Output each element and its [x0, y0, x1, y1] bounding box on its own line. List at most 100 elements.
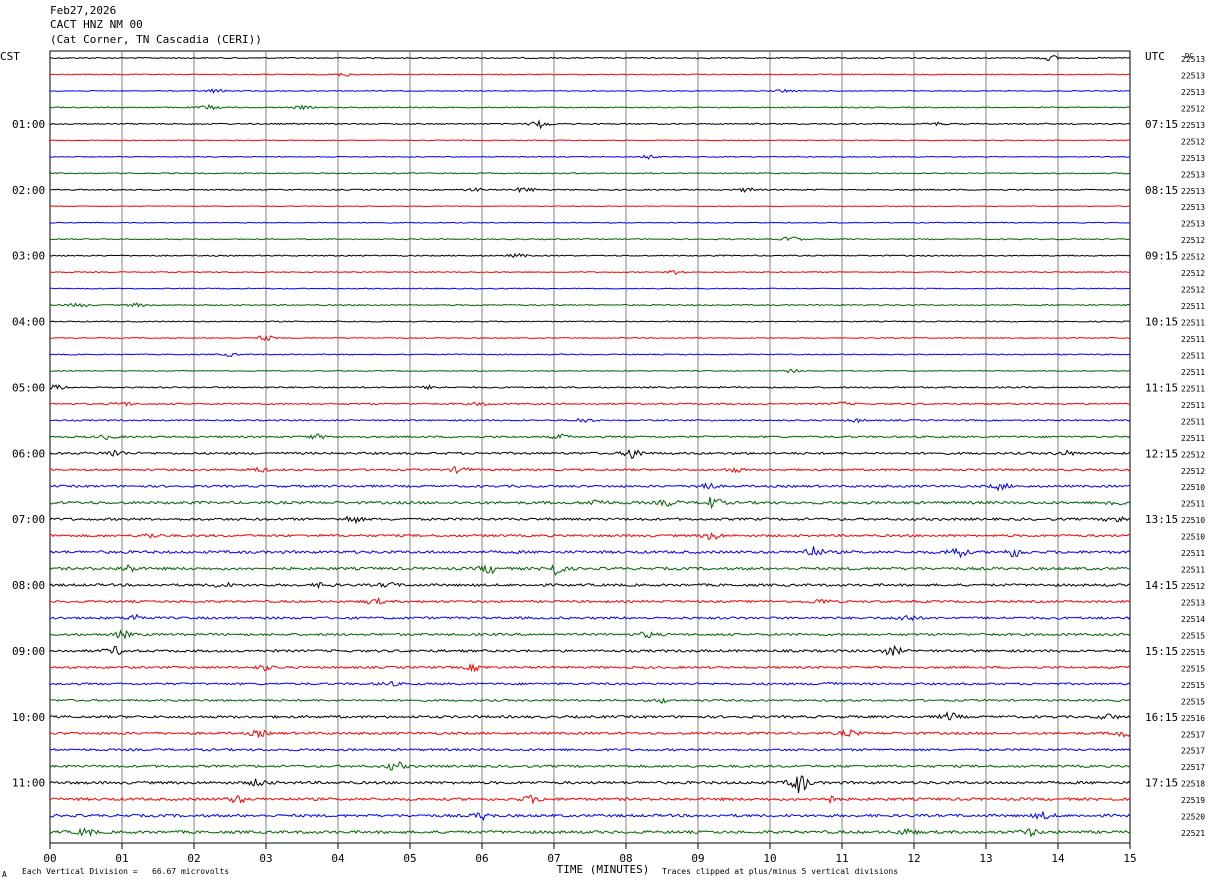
dc-value-label: 22519: [1181, 796, 1205, 805]
dc-value-label: 22511: [1181, 434, 1205, 443]
seismic-trace: [49, 352, 1131, 358]
seismic-trace: [49, 728, 1131, 739]
seismic-trace: [49, 55, 1131, 62]
seismic-trace: [49, 119, 1131, 130]
dc-value-label: 22513: [1181, 55, 1205, 64]
x-tick-label: 14: [1051, 852, 1065, 865]
seismic-trace: [49, 139, 1131, 142]
seismic-trace: [49, 711, 1131, 721]
x-tick-label: 05: [403, 852, 416, 865]
right-hour-label: 13:15: [1145, 513, 1178, 526]
dc-value-label: 22517: [1181, 747, 1205, 756]
utc-label: UTC: [1145, 50, 1165, 63]
seismic-trace: [49, 252, 1131, 258]
seismic-trace: [49, 401, 1131, 407]
seismic-trace: [49, 384, 1131, 391]
dc-value-label: 22510: [1181, 516, 1205, 525]
dc-value-label: 22512: [1181, 137, 1205, 146]
right-hour-label: 16:15: [1145, 711, 1178, 724]
seismic-trace: [49, 795, 1131, 805]
dc-value-label: 22513: [1181, 220, 1205, 229]
dc-value-label: 22512: [1181, 236, 1205, 245]
left-hour-label: 02:00: [12, 184, 45, 197]
dc-value-label: 22517: [1181, 730, 1205, 739]
dc-value-label: 22511: [1181, 566, 1205, 575]
seismic-trace: [49, 417, 1131, 424]
seismic-trace: [49, 596, 1131, 605]
dc-value-label: 22512: [1181, 286, 1205, 295]
seismic-trace: [49, 433, 1131, 441]
left-hour-label: 10:00: [12, 711, 45, 724]
seismic-trace: [49, 302, 1131, 308]
seismic-trace: [49, 205, 1131, 208]
x-tick-label: 11: [835, 852, 848, 865]
seismic-trace: [49, 515, 1131, 525]
left-hour-label: 03:00: [12, 250, 45, 263]
dc-value-label: 22515: [1181, 681, 1205, 690]
seismic-trace: [49, 466, 1131, 475]
seismic-trace: [49, 531, 1131, 541]
x-axis-title: TIME (MINUTES): [557, 863, 650, 876]
x-tick-label: 01: [115, 852, 128, 865]
dc-value-label: 22514: [1181, 615, 1205, 624]
dc-value-label: 22515: [1181, 664, 1205, 673]
seismic-trace: [49, 72, 1131, 77]
dc-value-label: 22511: [1181, 500, 1205, 509]
x-tick-label: 15: [1123, 852, 1136, 865]
x-tick-label: 02: [187, 852, 200, 865]
scale-note: Each Vertical Division = 66.67 microvolt…: [22, 867, 230, 876]
dc-value-label: 22513: [1181, 154, 1205, 163]
dc-value-label: 22516: [1181, 714, 1205, 723]
left-hour-label: 09:00: [12, 645, 45, 658]
dc-value-label: 22512: [1181, 582, 1205, 591]
dc-value-label: 22513: [1181, 121, 1205, 130]
seismic-trace: [49, 482, 1131, 492]
right-hour-label: 07:15: [1145, 118, 1178, 131]
seismic-trace: [49, 613, 1131, 622]
dc-value-label: 22513: [1181, 599, 1205, 608]
x-tick-label: 04: [331, 852, 345, 865]
seismic-trace: [49, 496, 1131, 510]
dc-value-label: 22511: [1181, 351, 1205, 360]
dc-value-label: 22511: [1181, 368, 1205, 377]
seismic-trace: [49, 680, 1131, 687]
right-hour-label: 08:15: [1145, 184, 1178, 197]
seismic-trace: [49, 335, 1131, 342]
seismic-trace: [49, 236, 1131, 242]
time-grid: [49, 50, 1131, 849]
x-tick-label: 06: [475, 852, 488, 865]
dc-value-label: 22511: [1181, 319, 1205, 328]
dc-value-label: 22521: [1181, 829, 1205, 838]
x-tick-label: 13: [979, 852, 992, 865]
dc-value-label: 22511: [1181, 549, 1205, 558]
seismic-trace: [49, 546, 1131, 559]
seismic-trace: [49, 187, 1131, 193]
x-tick-label: 00: [43, 852, 56, 865]
plot-frame: [49, 50, 1131, 844]
right-hour-label: 10:15: [1145, 316, 1178, 329]
dc-value-label: 22513: [1181, 187, 1205, 196]
dc-value-label: 22517: [1181, 763, 1205, 772]
seismic-trace: [49, 644, 1131, 656]
seismic-trace: [49, 747, 1131, 752]
cst-label: CST: [0, 50, 20, 63]
seismic-trace: [49, 448, 1131, 460]
left-hour-label: 05:00: [12, 381, 45, 394]
seismic-trace: [50, 662, 1131, 673]
seismic-trace: [49, 154, 1131, 160]
dc-value-label: 22515: [1181, 648, 1205, 657]
dc-value-label: 22510: [1181, 483, 1205, 492]
seismic-trace: [49, 320, 1131, 323]
dc-value-label: 22520: [1181, 813, 1205, 822]
right-hour-label: 14:15: [1145, 579, 1178, 592]
seismic-trace: [49, 827, 1131, 838]
x-tick-label: 09: [691, 852, 704, 865]
seismic-trace: [49, 629, 1131, 640]
left-hour-label: 08:00: [12, 579, 45, 592]
right-hour-label: 17:15: [1145, 777, 1178, 790]
seismic-trace: [49, 172, 1131, 175]
dc-value-label: 22513: [1181, 71, 1205, 80]
right-hour-label: 11:15: [1145, 381, 1178, 394]
seismic-trace: [49, 269, 1131, 276]
seismic-trace: [49, 563, 1131, 576]
